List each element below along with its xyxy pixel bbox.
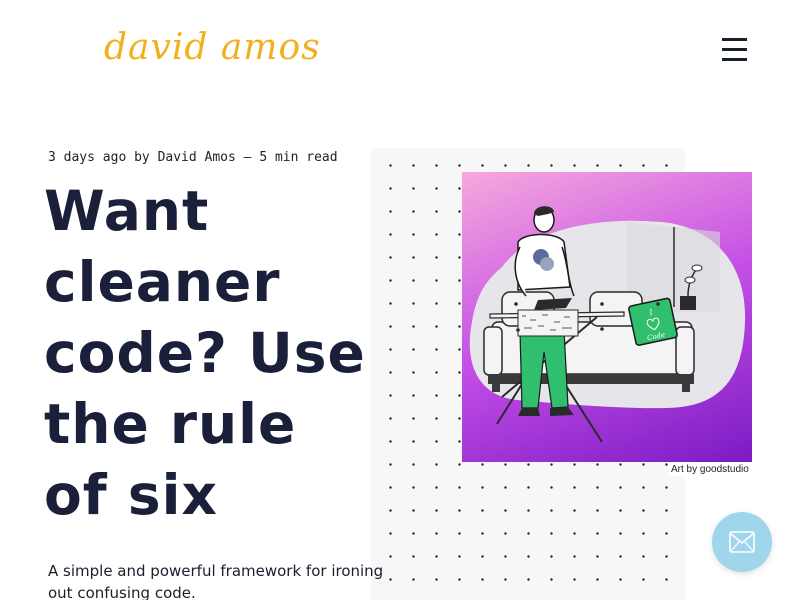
contact-button[interactable]	[712, 512, 772, 572]
article-subtitle: A simple and powerful framework for iron…	[48, 562, 384, 600]
art-credit: Art by goodstudio	[669, 463, 751, 476]
menu-button[interactable]	[722, 38, 748, 62]
hamburger-menu-icon-bar	[722, 58, 747, 61]
hamburger-menu-icon	[722, 38, 747, 41]
site-logo[interactable]: david amos	[104, 30, 321, 66]
ironing-illustration: I Code	[469, 206, 746, 443]
article-title: Want cleaner code? Use the rule of six	[44, 179, 366, 527]
hero-illustration: I Code	[462, 172, 752, 462]
envelope-icon	[729, 531, 755, 553]
hamburger-menu-icon-bar	[722, 48, 747, 51]
article-meta: 3 days ago by David Amos — 5 min read	[48, 150, 338, 165]
page: david amos 3 days ago by David Amos — 5 …	[0, 0, 800, 600]
